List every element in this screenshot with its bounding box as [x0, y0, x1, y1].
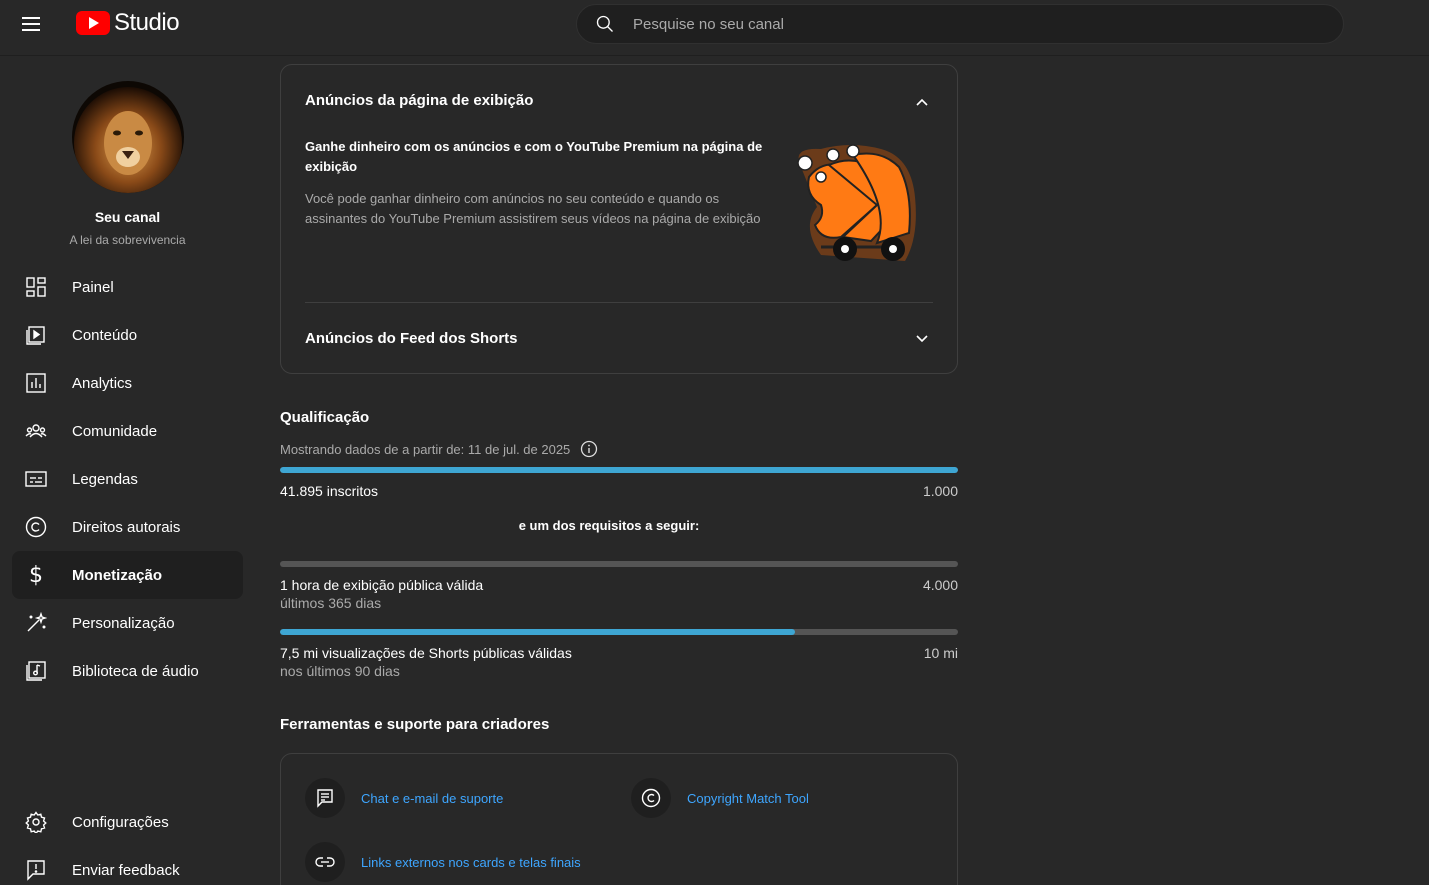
dollar-icon: $ [29, 562, 43, 588]
sidebar-item-label: Comunidade [72, 422, 158, 440]
tool-label: Chat e e-mail de suporte [361, 790, 504, 806]
search-bar[interactable] [576, 4, 1344, 44]
subtitles-icon [24, 467, 48, 491]
sidebar-item-label: Configurações [72, 813, 169, 831]
qualification-date-text: Mostrando dados de a partir de: 11 de ju… [280, 441, 571, 457]
sidebar-item-label: Legendas [72, 470, 138, 488]
chat-support-icon [305, 778, 345, 818]
subscribers-label: 41.895 inscritos [280, 483, 379, 499]
tools-title: Ferramentas e suporte para criadores [280, 716, 550, 733]
tool-chat-support[interactable]: Chat e e-mail de suporte [305, 778, 503, 818]
chevron-down-icon[interactable] [915, 332, 929, 346]
feedback-icon [24, 858, 48, 882]
watch-hours-period: últimos 365 dias [280, 595, 382, 611]
sidebar-item-analytics[interactable]: Analytics [12, 359, 243, 407]
tool-external-links[interactable]: Links externos nos cards e telas finais [305, 842, 581, 882]
shorts-views-target: 10 mi [923, 645, 958, 661]
sidebar-bottom: Configurações Enviar feedback [12, 798, 243, 885]
analytics-icon [24, 371, 48, 395]
watch-hours-target: 4.000 [922, 577, 958, 593]
community-icon [24, 419, 48, 443]
sidebar-item-label: Personalização [72, 614, 175, 632]
qualification-title: Qualificação [280, 409, 370, 426]
watch-hours-progress-bar [280, 561, 958, 567]
info-icon[interactable] [580, 440, 598, 458]
content-icon [24, 323, 48, 347]
sidebar-item-enviar-feedback[interactable]: Enviar feedback [12, 846, 243, 885]
sidebar-item-conteudo[interactable]: Conteúdo [12, 311, 243, 359]
sidebar-item-comunidade[interactable]: Comunidade [12, 407, 243, 455]
sidebar-item-personalizacao[interactable]: Personalização [12, 599, 243, 647]
requirements-text: e um dos requisitos a seguir: [518, 518, 700, 533]
channel-subtitle: A lei da sobrevivencia [69, 233, 186, 247]
copyright-icon [24, 515, 48, 539]
card-divider [305, 302, 933, 303]
tools-card: Chat e e-mail de suporte Copyright Match… [280, 753, 958, 885]
shorts-views-label: 7,5 mi visualizações de Shorts públicas … [280, 645, 572, 661]
hamburger-menu-icon[interactable] [22, 12, 54, 36]
sidebar: Seu canal A lei da sobrevivencia Painel … [0, 57, 255, 885]
logo-text: Studio [114, 9, 180, 36]
tool-label: Links externos nos cards e telas finais [361, 854, 581, 870]
shorts-views-progress-bar [280, 629, 958, 635]
shorts-cart-illustration [797, 144, 916, 261]
sidebar-item-monetizacao[interactable]: $ Monetização [12, 551, 243, 599]
tool-label: Copyright Match Tool [687, 790, 809, 806]
gear-icon [24, 810, 48, 834]
watch-page-ads-title[interactable]: Anúncios da página de exibição [305, 92, 533, 109]
ads-description: Você pode ganhar dinheiro com anúncios n… [305, 191, 761, 226]
top-bar: Studio [0, 0, 1429, 56]
sidebar-nav: Painel Conteúdo Analytics Comunidade Leg… [12, 263, 243, 695]
ads-card: Anúncios da página de exibição Ganhe din… [280, 64, 958, 374]
channel-name: Seu canal [94, 209, 161, 225]
subscribers-progress-fill [280, 467, 958, 473]
search-input[interactable] [633, 15, 1293, 33]
youtube-play-icon [76, 11, 110, 35]
sidebar-item-label: Monetização [72, 566, 163, 584]
sidebar-item-label: Painel [72, 278, 114, 296]
magic-wand-icon [24, 611, 48, 635]
subscribers-target: 1.000 [922, 483, 958, 499]
sidebar-item-label: Conteúdo [72, 326, 138, 344]
sidebar-item-label: Direitos autorais [72, 518, 181, 536]
qualification-subtitle: Mostrando dados de a partir de: 11 de ju… [280, 440, 598, 458]
tool-copyright-match[interactable]: Copyright Match Tool [631, 778, 809, 818]
sidebar-item-configuracoes[interactable]: Configurações [12, 798, 243, 846]
sidebar-item-label: Analytics [72, 374, 133, 392]
sidebar-item-biblioteca-de-audio[interactable]: Biblioteca de áudio [12, 647, 243, 695]
watch-hours-label: 1 hora de exibição pública válida [280, 577, 484, 593]
studio-logo[interactable]: Studio [76, 8, 180, 38]
search-icon[interactable] [595, 14, 615, 34]
dashboard-icon [24, 275, 48, 299]
sidebar-item-legendas[interactable]: Legendas [12, 455, 243, 503]
sidebar-item-painel[interactable]: Painel [12, 263, 243, 311]
shorts-feed-ads-title[interactable]: Anúncios do Feed dos Shorts [305, 330, 518, 347]
shorts-views-period: nos últimos 90 dias [280, 663, 400, 679]
sidebar-item-direitos-autorais[interactable]: Direitos autorais [12, 503, 243, 551]
chevron-up-icon[interactable] [915, 95, 929, 109]
audio-library-icon [24, 659, 48, 683]
sidebar-item-label: Biblioteca de áudio [72, 662, 199, 680]
ads-headline: Ganhe dinheiro com os anúncios e com o Y… [305, 139, 763, 174]
copyright-match-icon [631, 778, 671, 818]
avatar[interactable] [72, 81, 184, 193]
sidebar-item-label: Enviar feedback [72, 861, 180, 879]
link-icon [305, 842, 345, 882]
subscribers-progress-bar [280, 467, 958, 473]
shorts-views-progress-fill [280, 629, 796, 635]
